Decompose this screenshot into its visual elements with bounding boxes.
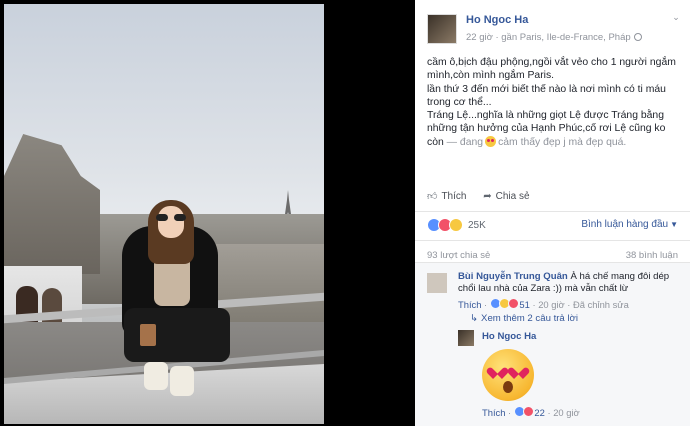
comment-reaction-count[interactable]: 51 bbox=[519, 299, 529, 310]
heart-eyes-emoji-icon bbox=[485, 135, 497, 147]
comments-section: Bùi Nguyễn Trung Quân À há chế mang đôi … bbox=[415, 262, 690, 426]
post-text-line1: cầm ô,bịch đậu phộng,ngồi vắt vẻo cho 1 … bbox=[427, 57, 676, 82]
poster-avatar[interactable] bbox=[427, 14, 457, 44]
reply-like-link[interactable]: Thích bbox=[482, 407, 505, 418]
post-header: Ho Ngoc Ha 22 giờ · gần Paris, Ile-de-Fr… bbox=[427, 12, 682, 46]
share-arrow-icon: ➦ bbox=[483, 191, 492, 202]
comment-like-link[interactable]: Thích bbox=[458, 299, 481, 310]
post-text-line2: lần thứ 3 đến mới biết thế nào là nơi mì… bbox=[427, 83, 666, 108]
comment-sort-dropdown[interactable]: Bình luận hàng đầu ▼ bbox=[581, 219, 678, 230]
divider bbox=[415, 240, 690, 241]
feeling-text: cảm thấy đẹp j mà đẹp quá. bbox=[498, 136, 627, 148]
share-button[interactable]: ➦ Chia sẻ bbox=[483, 191, 529, 202]
love-reaction-icon bbox=[522, 406, 534, 417]
post-body: cầm ô,bịch đậu phộng,ngồi vắt vẻo cho 1 … bbox=[427, 56, 677, 149]
chevron-down-icon: ▼ bbox=[670, 220, 678, 229]
share-count[interactable]: 93 lượt chia sẻ bbox=[427, 250, 490, 261]
view-more-replies-link[interactable]: ↳ Xem thêm 2 câu trả lời bbox=[470, 313, 578, 324]
poster-name[interactable]: Ho Ngoc Ha bbox=[466, 14, 528, 26]
comment-edited[interactable]: Đã chỉnh sửa bbox=[573, 299, 629, 310]
divider bbox=[415, 211, 690, 212]
reply-avatar[interactable] bbox=[458, 330, 474, 346]
comment-count[interactable]: 38 bình luận bbox=[626, 250, 678, 261]
reply-arrow-icon: ↳ bbox=[470, 313, 479, 324]
reply-time[interactable]: 20 giờ bbox=[553, 407, 579, 418]
comment: Bùi Nguyễn Trung Quân À há chế mang đôi … bbox=[458, 271, 680, 295]
chevron-down-icon[interactable]: ⌄ bbox=[670, 12, 682, 24]
post-side-panel: Ho Ngoc Ha 22 giờ · gần Paris, Ile-de-Fr… bbox=[415, 0, 690, 426]
reaction-count: 25K bbox=[468, 219, 486, 231]
reply-author[interactable]: Ho Ngoc Ha bbox=[482, 331, 536, 342]
post-actions: 👍︎ Thích ➦ Chia sẻ bbox=[427, 190, 544, 208]
reply-reaction-count[interactable]: 22 bbox=[534, 407, 544, 418]
photo-bag bbox=[140, 324, 156, 346]
post-photo[interactable] bbox=[4, 4, 324, 424]
photo-viewer bbox=[0, 0, 415, 426]
like-button[interactable]: 👍︎ Thích bbox=[427, 190, 466, 203]
globe-icon bbox=[633, 33, 642, 41]
heart-eyes-sticker-icon bbox=[482, 349, 534, 401]
commenter-avatar[interactable] bbox=[427, 273, 447, 293]
reply-actions: Thích · 22 · 20 giờ bbox=[482, 406, 580, 418]
comment-actions: Thích · 51 · 20 giờ · Đã chỉnh sửa bbox=[458, 298, 629, 310]
feeling-prefix: — đang bbox=[446, 136, 484, 148]
haha-reaction-icon bbox=[449, 218, 463, 232]
reactions-summary[interactable]: 25K bbox=[427, 218, 486, 232]
love-reaction-icon bbox=[507, 298, 519, 309]
post-meta: 22 giờ · gần Paris, Ile-de-France, Pháp bbox=[466, 32, 642, 43]
thumbs-up-icon: 👍︎ bbox=[427, 191, 438, 202]
sunglasses-icon bbox=[156, 214, 186, 221]
comment-time[interactable]: 20 giờ bbox=[538, 299, 564, 310]
comment-author[interactable]: Bùi Nguyễn Trung Quân bbox=[458, 271, 568, 282]
